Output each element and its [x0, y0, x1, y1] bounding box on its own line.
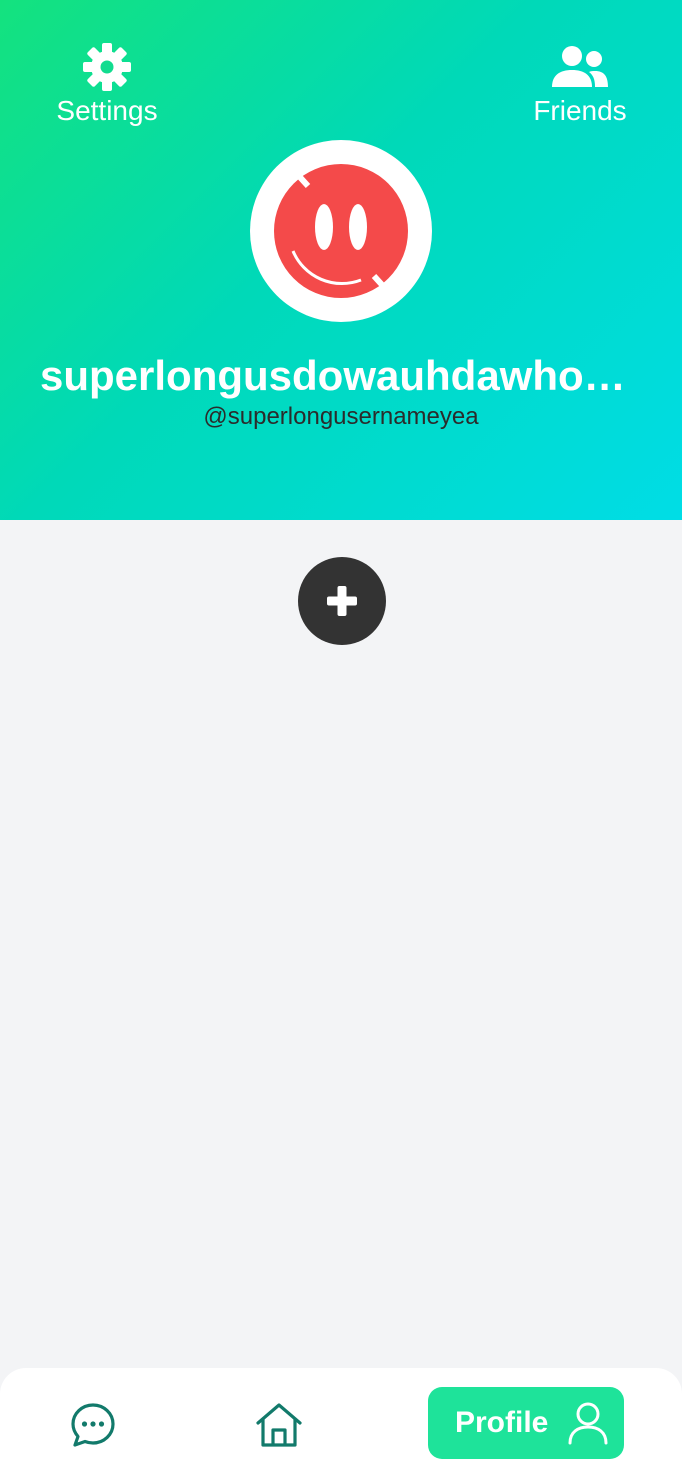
- username-handle: @superlongusernameyea: [203, 403, 479, 430]
- nav-profile-label: Profile: [455, 1406, 549, 1439]
- user-icon: [568, 1402, 608, 1445]
- avatar-face-icon: [274, 161, 408, 301]
- profile-header: Settings Friends superlongusdowauhdawhou…: [0, 0, 682, 520]
- chat-icon: [71, 1403, 115, 1447]
- settings-label: Settings: [56, 95, 158, 126]
- bottom-nav: Profile: [0, 1368, 682, 1478]
- friends-label: Friends: [533, 95, 627, 126]
- avatar[interactable]: [250, 140, 432, 322]
- users-icon: [550, 40, 610, 94]
- nav-chat-button[interactable]: [64, 1398, 122, 1452]
- add-button[interactable]: [298, 557, 386, 645]
- nav-home-button[interactable]: [250, 1398, 308, 1452]
- plus-icon: [327, 586, 357, 616]
- settings-button[interactable]: Settings: [50, 40, 164, 128]
- nav-profile-button[interactable]: Profile: [428, 1387, 624, 1459]
- display-name: superlongusdowauhdawhou…: [40, 352, 642, 399]
- gear-icon: [77, 40, 137, 94]
- friends-button[interactable]: Friends: [528, 40, 632, 128]
- home-icon: [256, 1403, 302, 1447]
- profile-screen: Settings Friends superlongusdowauhdawhou…: [0, 0, 682, 1478]
